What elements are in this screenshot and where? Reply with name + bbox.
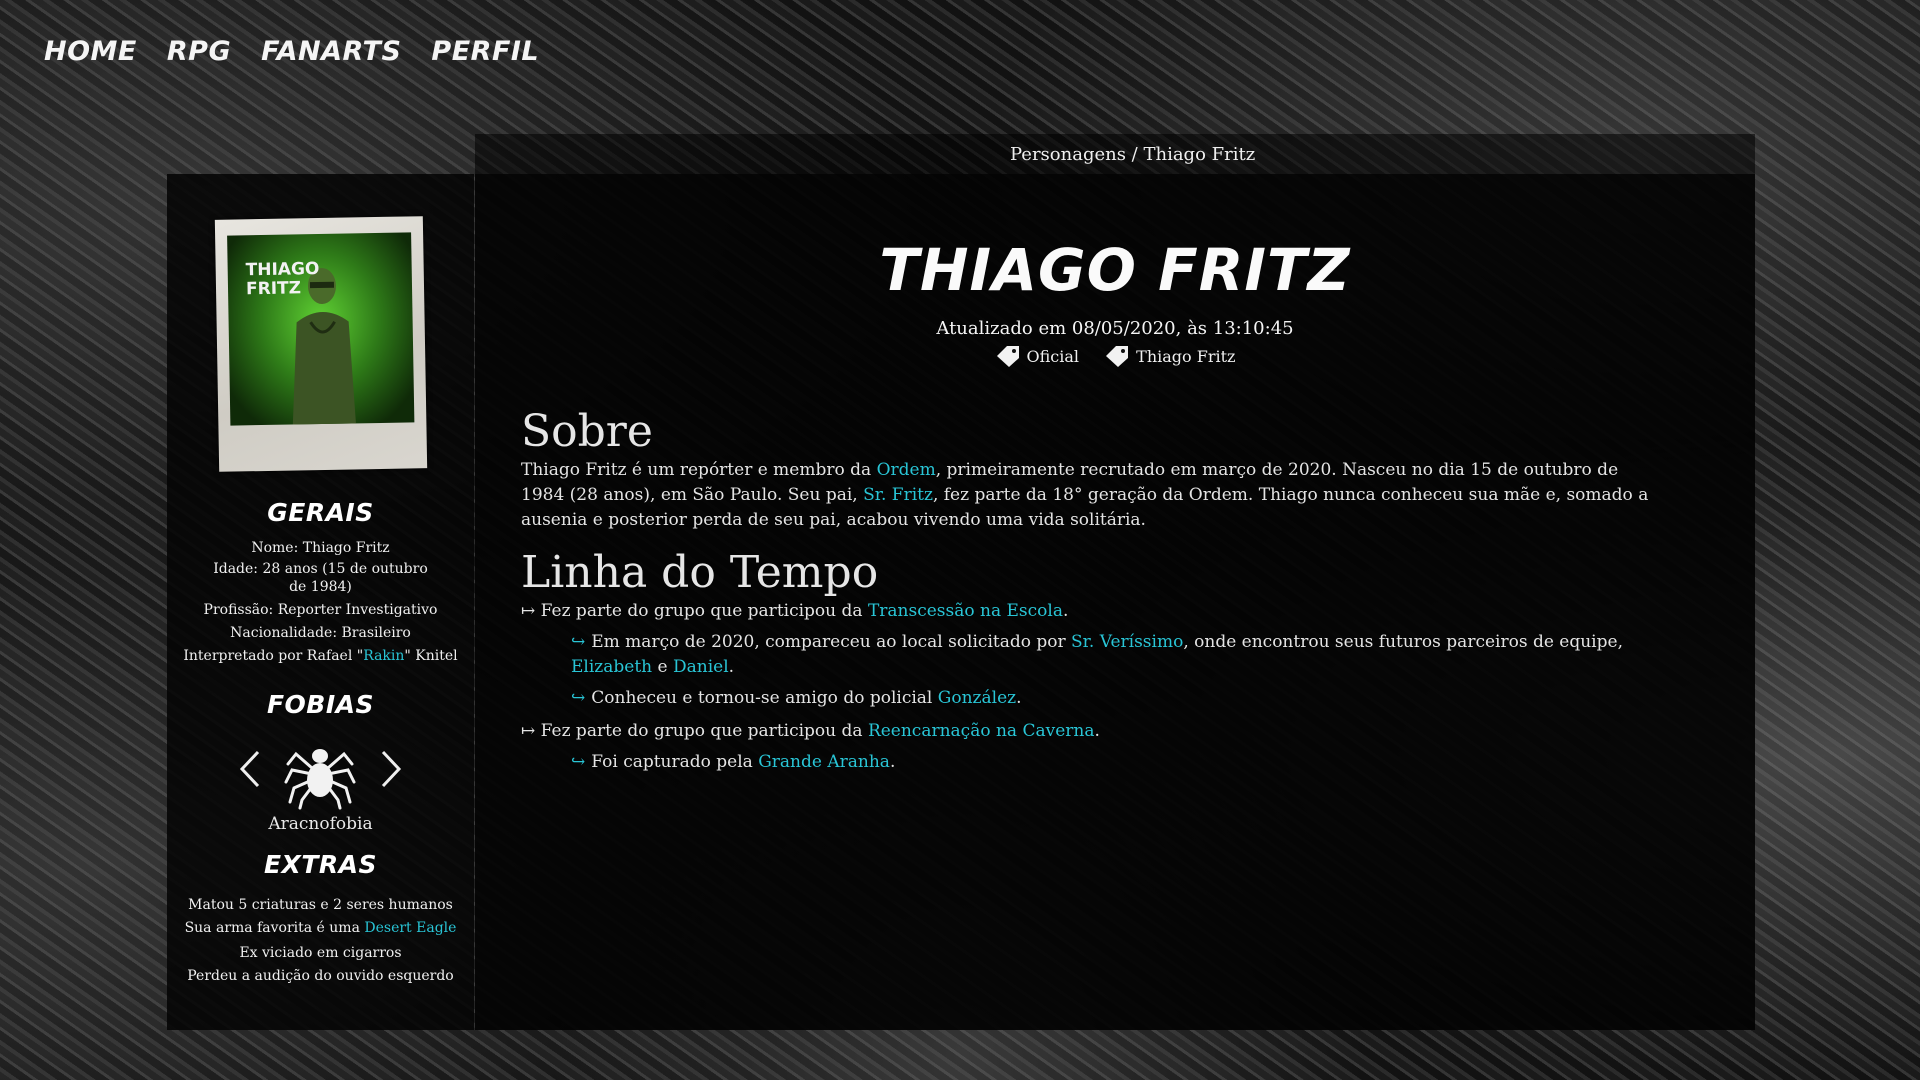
top-nav: HOME RPG FANARTS PERFIL [44, 36, 539, 67]
info-idade: Idade: 28 anos (15 de outubro de 1984) [213, 561, 428, 595]
event-text: e [652, 657, 673, 677]
timeline-event: ↦ Fez parte do grupo que participou da T… [521, 599, 1665, 624]
daniel-link[interactable]: Daniel [673, 657, 729, 677]
spider-icon [284, 749, 356, 810]
gerais-info: Nome: Thiago Fritz Idade: 28 anos (15 de… [167, 539, 474, 665]
character-polaroid: THIAGO FRITZ [214, 216, 428, 472]
event-text: . [889, 752, 896, 772]
event-text: , onde encontrou seus futuros parceiros … [1183, 632, 1623, 652]
sr-verissimo-link[interactable]: Sr. Veríssimo [1071, 632, 1183, 652]
info-nome: Nome: Thiago Fritz [251, 540, 390, 556]
transcessao-link[interactable]: Transcessão na Escola [868, 601, 1063, 621]
extras-title: EXTRAS [263, 850, 377, 879]
phobia-label: Aracnofobia [268, 814, 373, 834]
event-text: Conheceu e tornou-se amigo do policial [591, 688, 938, 708]
tag-thiago-fritz[interactable]: Thiago Fritz [1104, 344, 1235, 368]
tag-oficial[interactable]: Oficial [995, 344, 1080, 368]
gerais-title: GERAIS [267, 498, 374, 527]
article-content: Sobre Thiago Fritz é um repórter e membr… [521, 406, 1665, 775]
gonzalez-link[interactable]: González [938, 688, 1016, 708]
chevron-left-icon[interactable] [236, 748, 266, 790]
extra-arma-prefix: Sua arma favorita é uma [184, 920, 365, 936]
return-arrow-icon: ↪ [571, 632, 586, 652]
timeline: ↦ Fez parte do grupo que participou da T… [521, 599, 1665, 775]
updated-timestamp: Atualizado em 08/05/2020, às 13:10:45 [936, 318, 1294, 339]
character-sidebar: THIAGO FRITZ GERAIS Nome: Thiago Fritz I… [167, 174, 474, 1030]
event-text: . [1094, 721, 1100, 741]
event-text: Em março de 2020, compareceu ao local so… [591, 632, 1072, 652]
portrait-label: THIAGO FRITZ [245, 259, 320, 300]
nav-fanarts[interactable]: FANARTS [261, 36, 401, 67]
reencarnacao-link[interactable]: Reencarnação na Caverna [868, 721, 1095, 741]
desert-eagle-link[interactable]: Desert Eagle [364, 920, 456, 936]
nav-rpg[interactable]: RPG [167, 36, 231, 67]
timeline-subevent: ↪ Conheceu e tornou-se amigo do policial … [571, 686, 1665, 711]
interpretado-prefix: Interpretado por Rafael " [183, 648, 364, 664]
extra-arma: Sua arma favorita é uma Desert Eagle [167, 919, 474, 937]
rakin-link[interactable]: Rakin [363, 648, 404, 664]
event-text: ↦ Fez parte do grupo que participou da [521, 721, 868, 741]
info-interpretado: Interpretado por Rafael "Rakin" Knitel [167, 647, 474, 665]
nav-perfil[interactable]: PERFIL [431, 36, 539, 67]
tag-icon [1106, 346, 1129, 367]
ordem-link[interactable]: Ordem [877, 460, 936, 480]
return-arrow-icon: ↪ [571, 752, 586, 772]
interpretado-suffix: " Knitel [404, 648, 458, 664]
event-text: . [1016, 688, 1022, 708]
extra-audicao: Perdeu a audição do ouvido esquerdo [187, 968, 454, 984]
phobia-carousel [167, 734, 474, 814]
sr-fritz-link[interactable]: Sr. Fritz [863, 485, 933, 505]
event-text: ↦ Fez parte do grupo que participou da [521, 601, 868, 621]
fobias-title: FOBIAS [266, 690, 375, 719]
character-main: THIAGO FRITZ Atualizado em 08/05/2020, à… [475, 174, 1755, 1030]
tag-icon [996, 346, 1019, 367]
breadcrumb: Personagens / Thiago Fritz [1010, 144, 1256, 165]
character-portrait: THIAGO FRITZ [227, 232, 415, 426]
chevron-right-icon[interactable] [375, 748, 405, 790]
info-nacionalidade: Nacionalidade: Brasileiro [230, 625, 411, 641]
grande-aranha-link[interactable]: Grande Aranha [758, 752, 890, 772]
extras-info: Matou 5 criaturas e 2 seres humanos Sua … [167, 896, 474, 985]
tag-label: Oficial [1026, 346, 1080, 366]
info-profissao: Profissão: Reporter Investigativo [203, 602, 438, 618]
timeline-subevent: ↪ Em março de 2020, compareceu ao local s… [571, 630, 1665, 680]
timeline-event: ↦ Fez parte do grupo que participou da R… [521, 719, 1665, 744]
extra-cigarros: Ex viciado em cigarros [239, 945, 402, 961]
gerais-section: GERAIS Nome: Thiago Fritz Idade: 28 anos… [167, 498, 474, 665]
sobre-paragraph: Thiago Fritz é um repórter e membro da O… [521, 458, 1665, 533]
tag-list: Oficial Thiago Fritz [475, 344, 1755, 372]
sobre-heading: Sobre [521, 406, 653, 457]
tag-label: Thiago Fritz [1136, 346, 1236, 366]
return-arrow-icon: ↪ [571, 688, 586, 708]
event-text: . [728, 657, 735, 677]
event-text: . [1062, 601, 1069, 621]
elizabeth-link[interactable]: Elizabeth [571, 657, 652, 677]
timeline-subevent: ↪ Foi capturado pela Grande Aranha. [571, 750, 1665, 775]
nav-home[interactable]: HOME [44, 36, 137, 67]
event-text: Foi capturado pela [591, 752, 759, 772]
page-title: THIAGO FRITZ [879, 236, 1351, 304]
sobre-text: Thiago Fritz é um repórter e membro da [521, 460, 877, 480]
extra-criaturas: Matou 5 criaturas e 2 seres humanos [188, 897, 453, 913]
linha-heading: Linha do Tempo [521, 547, 879, 598]
